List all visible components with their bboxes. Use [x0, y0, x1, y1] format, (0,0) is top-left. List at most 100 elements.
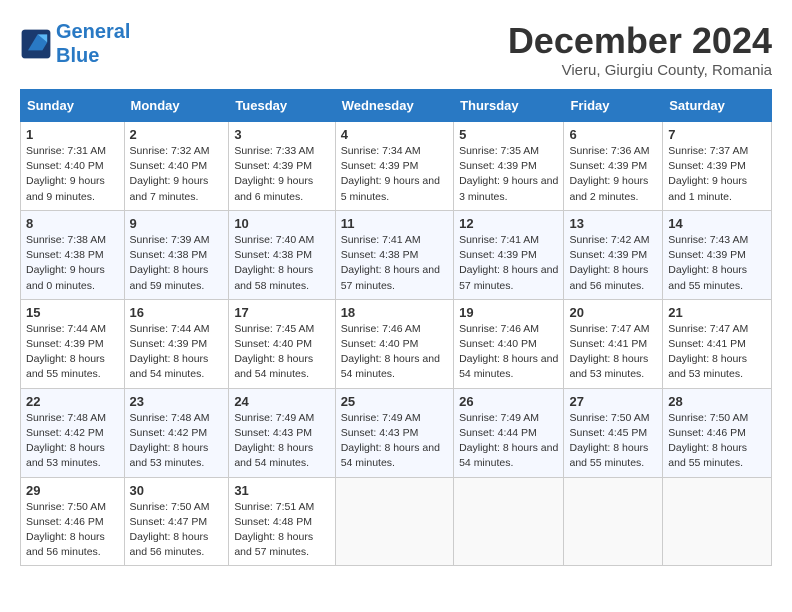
week-row-5: 29 Sunrise: 7:50 AMSunset: 4:46 PMDayligh…	[21, 477, 772, 566]
day-number: 31	[234, 483, 329, 498]
sunrise-text: Sunrise: 7:46 AMSunset: 4:40 PMDaylight:…	[341, 323, 440, 381]
sunrise-text: Sunrise: 7:36 AMSunset: 4:39 PMDaylight:…	[569, 145, 649, 203]
sunrise-text: Sunrise: 7:50 AMSunset: 4:45 PMDaylight:…	[569, 412, 649, 470]
day-number: 11	[341, 216, 448, 231]
day-cell: 25Sunrise: 7:49 AMSunset: 4:43 PMDayligh…	[335, 388, 453, 477]
week-row-3: 15Sunrise: 7:44 AMSunset: 4:39 PMDayligh…	[21, 299, 772, 388]
day-cell: 12Sunrise: 7:41 AMSunset: 4:39 PMDayligh…	[454, 210, 564, 299]
sunrise-text: Sunrise: 7:47 AMSunset: 4:41 PMDaylight:…	[668, 323, 748, 381]
sunrise-text: Sunrise: 7:40 AMSunset: 4:38 PMDaylight:…	[234, 234, 314, 292]
day-number: 28	[668, 394, 766, 409]
day-cell: 7 Sunrise: 7:37 AMSunset: 4:39 PMDaylight…	[663, 122, 772, 211]
sunrise-text: Sunrise: 7:51 AMSunset: 4:48 PMDaylight:…	[234, 501, 314, 559]
sunrise-text: Sunrise: 7:43 AMSunset: 4:39 PMDaylight:…	[668, 234, 748, 292]
logo: General Blue	[20, 20, 130, 68]
day-cell	[335, 477, 453, 566]
day-cell: 31 Sunrise: 7:51 AMSunset: 4:48 PMDayligh…	[229, 477, 335, 566]
week-row-1: 1Sunrise: 7:31 AMSunset: 4:40 PMDaylight…	[21, 122, 772, 211]
weekday-header-friday: Friday	[564, 90, 663, 122]
day-number: 27	[569, 394, 657, 409]
day-cell: 10 Sunrise: 7:40 AMSunset: 4:38 PMDayligh…	[229, 210, 335, 299]
day-number: 18	[341, 305, 448, 320]
sunrise-text: Sunrise: 7:47 AMSunset: 4:41 PMDaylight:…	[569, 323, 649, 381]
day-cell	[454, 477, 564, 566]
day-cell: 18 Sunrise: 7:46 AMSunset: 4:40 PMDayligh…	[335, 299, 453, 388]
sunrise-text: Sunrise: 7:48 AMSunset: 4:42 PMDaylight:…	[130, 412, 210, 470]
calendar-title: December 2024	[508, 20, 772, 62]
day-cell: 17Sunrise: 7:45 AMSunset: 4:40 PMDayligh…	[229, 299, 335, 388]
day-cell: 3 Sunrise: 7:33 AMSunset: 4:39 PMDaylight…	[229, 122, 335, 211]
weekday-header-tuesday: Tuesday	[229, 90, 335, 122]
calendar-subtitle: Vieru, Giurgiu County, Romania	[508, 62, 772, 79]
day-cell: 20 Sunrise: 7:47 AMSunset: 4:41 PMDayligh…	[564, 299, 663, 388]
day-cell: 14 Sunrise: 7:43 AMSunset: 4:39 PMDayligh…	[663, 210, 772, 299]
sunrise-text: Sunrise: 7:49 AMSunset: 4:43 PMDaylight:…	[234, 412, 314, 470]
weekday-header-wednesday: Wednesday	[335, 90, 453, 122]
day-cell: 16 Sunrise: 7:44 AMSunset: 4:39 PMDayligh…	[124, 299, 229, 388]
sunrise-text: Sunrise: 7:44 AMSunset: 4:39 PMDaylight:…	[130, 323, 210, 381]
day-cell	[564, 477, 663, 566]
day-number: 17	[234, 305, 329, 320]
header: General Blue December 2024 Vieru, Giurgi…	[20, 20, 772, 79]
day-cell: 4Sunrise: 7:34 AMSunset: 4:39 PMDaylight…	[335, 122, 453, 211]
day-number: 4	[341, 127, 448, 142]
day-number: 19	[459, 305, 558, 320]
day-cell: 28Sunrise: 7:50 AMSunset: 4:46 PMDayligh…	[663, 388, 772, 477]
weekday-header-row: SundayMondayTuesdayWednesdayThursdayFrid…	[21, 90, 772, 122]
day-number: 24	[234, 394, 329, 409]
day-cell: 6 Sunrise: 7:36 AMSunset: 4:39 PMDaylight…	[564, 122, 663, 211]
day-number: 7	[668, 127, 766, 142]
logo-line2: Blue	[56, 45, 99, 67]
day-number: 14	[668, 216, 766, 231]
day-number: 25	[341, 394, 448, 409]
sunrise-text: Sunrise: 7:38 AMSunset: 4:38 PMDaylight:…	[26, 234, 106, 292]
day-number: 22	[26, 394, 119, 409]
weekday-header-sunday: Sunday	[21, 90, 125, 122]
sunrise-text: Sunrise: 7:33 AMSunset: 4:39 PMDaylight:…	[234, 145, 314, 203]
day-number: 26	[459, 394, 558, 409]
day-cell: 26 Sunrise: 7:49 AMSunset: 4:44 PMDayligh…	[454, 388, 564, 477]
day-cell: 1Sunrise: 7:31 AMSunset: 4:40 PMDaylight…	[21, 122, 125, 211]
sunrise-text: Sunrise: 7:32 AMSunset: 4:40 PMDaylight:…	[130, 145, 210, 203]
day-cell: 27 Sunrise: 7:50 AMSunset: 4:45 PMDayligh…	[564, 388, 663, 477]
weekday-header-saturday: Saturday	[663, 90, 772, 122]
day-cell: 9 Sunrise: 7:39 AMSunset: 4:38 PMDaylight…	[124, 210, 229, 299]
sunrise-text: Sunrise: 7:42 AMSunset: 4:39 PMDaylight:…	[569, 234, 649, 292]
day-number: 3	[234, 127, 329, 142]
day-cell: 13Sunrise: 7:42 AMSunset: 4:39 PMDayligh…	[564, 210, 663, 299]
weekday-header-monday: Monday	[124, 90, 229, 122]
day-number: 29	[26, 483, 119, 498]
day-number: 21	[668, 305, 766, 320]
logo-icon	[20, 28, 52, 60]
sunrise-text: Sunrise: 7:50 AMSunset: 4:47 PMDaylight:…	[130, 501, 210, 559]
sunrise-text: Sunrise: 7:41 AMSunset: 4:38 PMDaylight:…	[341, 234, 440, 292]
day-number: 23	[130, 394, 224, 409]
day-number: 12	[459, 216, 558, 231]
sunrise-text: Sunrise: 7:46 AMSunset: 4:40 PMDaylight:…	[459, 323, 558, 381]
day-cell: 24 Sunrise: 7:49 AMSunset: 4:43 PMDayligh…	[229, 388, 335, 477]
day-cell: 22 Sunrise: 7:48 AMSunset: 4:42 PMDayligh…	[21, 388, 125, 477]
day-number: 20	[569, 305, 657, 320]
day-number: 16	[130, 305, 224, 320]
day-number: 6	[569, 127, 657, 142]
day-number: 30	[130, 483, 224, 498]
calendar-table: SundayMondayTuesdayWednesdayThursdayFrid…	[20, 89, 772, 566]
day-cell: 2Sunrise: 7:32 AMSunset: 4:40 PMDaylight…	[124, 122, 229, 211]
sunrise-text: Sunrise: 7:50 AMSunset: 4:46 PMDaylight:…	[26, 501, 106, 559]
day-cell: 19 Sunrise: 7:46 AMSunset: 4:40 PMDayligh…	[454, 299, 564, 388]
day-number: 8	[26, 216, 119, 231]
day-cell: 5Sunrise: 7:35 AMSunset: 4:39 PMDaylight…	[454, 122, 564, 211]
sunrise-text: Sunrise: 7:49 AMSunset: 4:44 PMDaylight:…	[459, 412, 558, 470]
day-number: 9	[130, 216, 224, 231]
day-cell	[663, 477, 772, 566]
day-cell: 23 Sunrise: 7:48 AMSunset: 4:42 PMDayligh…	[124, 388, 229, 477]
sunrise-text: Sunrise: 7:48 AMSunset: 4:42 PMDaylight:…	[26, 412, 106, 470]
week-row-4: 22 Sunrise: 7:48 AMSunset: 4:42 PMDayligh…	[21, 388, 772, 477]
day-cell: 8 Sunrise: 7:38 AMSunset: 4:38 PMDaylight…	[21, 210, 125, 299]
sunrise-text: Sunrise: 7:39 AMSunset: 4:38 PMDaylight:…	[130, 234, 210, 292]
day-cell: 30 Sunrise: 7:50 AMSunset: 4:47 PMDayligh…	[124, 477, 229, 566]
sunrise-text: Sunrise: 7:37 AMSunset: 4:39 PMDaylight:…	[668, 145, 748, 203]
sunrise-text: Sunrise: 7:31 AMSunset: 4:40 PMDaylight:…	[26, 145, 106, 203]
day-number: 10	[234, 216, 329, 231]
day-cell: 21 Sunrise: 7:47 AMSunset: 4:41 PMDayligh…	[663, 299, 772, 388]
